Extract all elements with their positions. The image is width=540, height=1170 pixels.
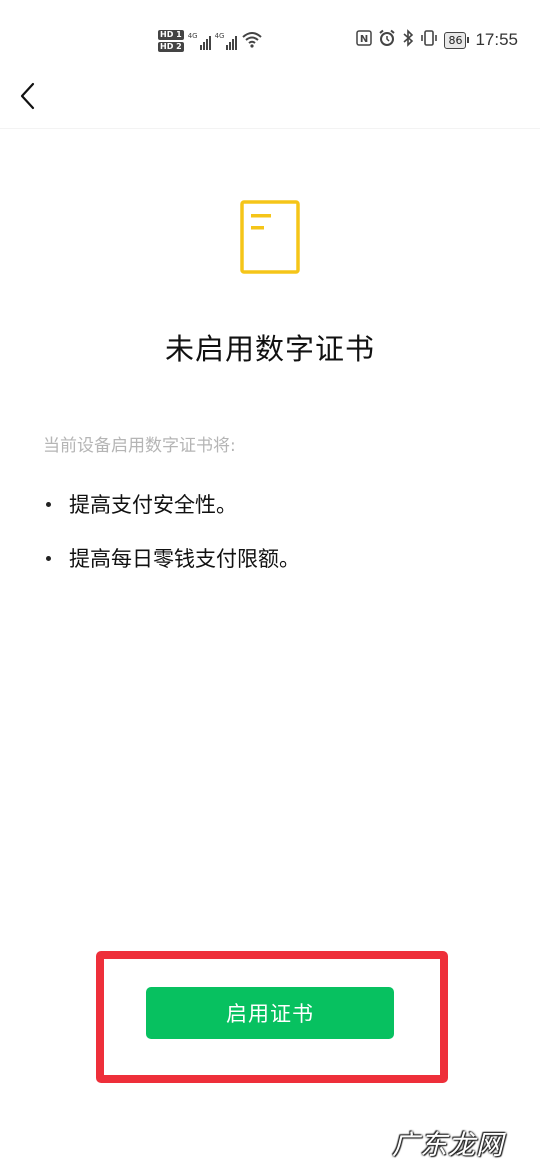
battery-icon: 86 [444,31,470,49]
benefit-text: 提高支付安全性。 [69,493,237,517]
nfc-icon: N [356,30,373,50]
back-button[interactable] [6,76,50,120]
nfc-label: N [360,34,368,45]
signal-icon: 4G [188,32,211,50]
battery-level: 86 [444,31,467,49]
signal-icon: 4G [215,32,238,50]
bullet-icon [46,501,51,507]
network-type-1: 4G [187,32,198,40]
wifi-icon [241,30,263,52]
sim-indicators: HD 1 HD 2 [158,30,184,52]
benefit-list: 提高支付安全性。 提高每日零钱支付限额。 [43,488,300,596]
benefit-text: 提高每日零钱支付限额。 [69,547,300,571]
list-item: 提高支付安全性。 [43,488,300,520]
list-item: 提高每日零钱支付限额。 [43,542,300,574]
clock: 17:55 [475,30,518,49]
status-bar: HD 1 HD 2 4G 4G N 86 17:55 [0,0,540,70]
sim2-badge: HD 2 [158,42,184,52]
status-left-group: HD 1 HD 2 4G 4G [158,26,263,56]
enable-certificate-button[interactable]: 启用证书 [146,987,394,1039]
page-title: 未启用数字证书 [164,332,375,366]
nav-bar [0,70,540,129]
document-icon [240,200,300,278]
bullet-icon [46,555,51,561]
status-right-group: N 86 17:55 [356,28,518,52]
intro-text: 当前设备启用数字证书将: [43,436,236,456]
sim1-badge: HD 1 [158,30,184,40]
vibrate-icon [420,29,438,51]
chevron-left-icon [18,81,38,115]
watermark: 广东龙网 [392,1130,504,1161]
network-type-2: 4G [214,32,225,40]
alarm-icon [378,29,396,51]
bluetooth-icon [402,29,414,51]
